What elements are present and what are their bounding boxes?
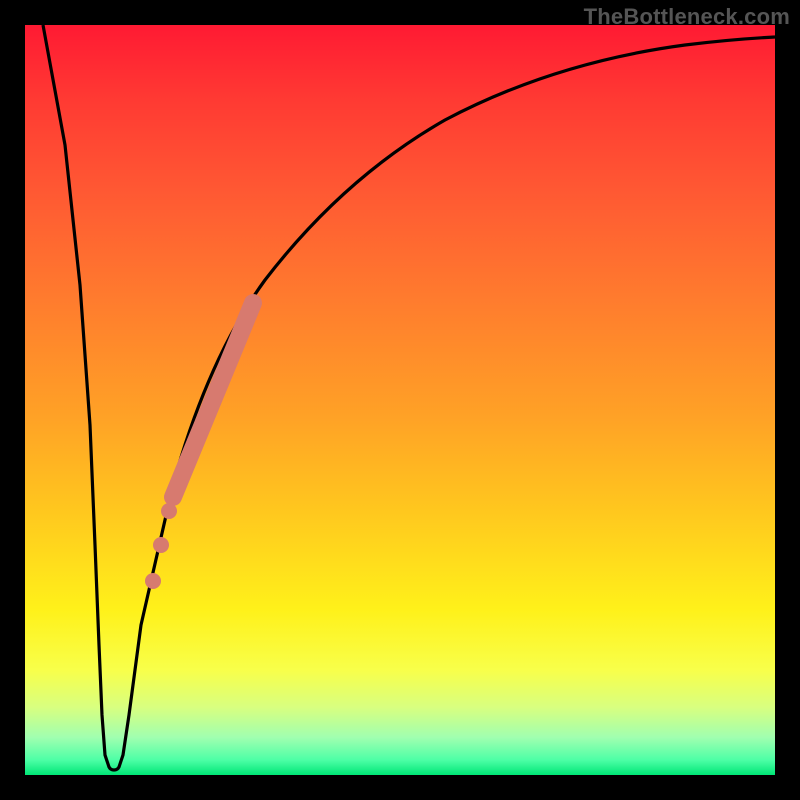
- chart-plot-area: [25, 25, 775, 775]
- highlight-dot: [145, 573, 161, 589]
- chart-svg: [25, 25, 775, 775]
- highlight-dot: [153, 537, 169, 553]
- highlight-segment: [173, 303, 253, 497]
- bottleneck-curve: [43, 25, 775, 770]
- chart-frame: TheBottleneck.com: [0, 0, 800, 800]
- highlight-dot: [161, 503, 177, 519]
